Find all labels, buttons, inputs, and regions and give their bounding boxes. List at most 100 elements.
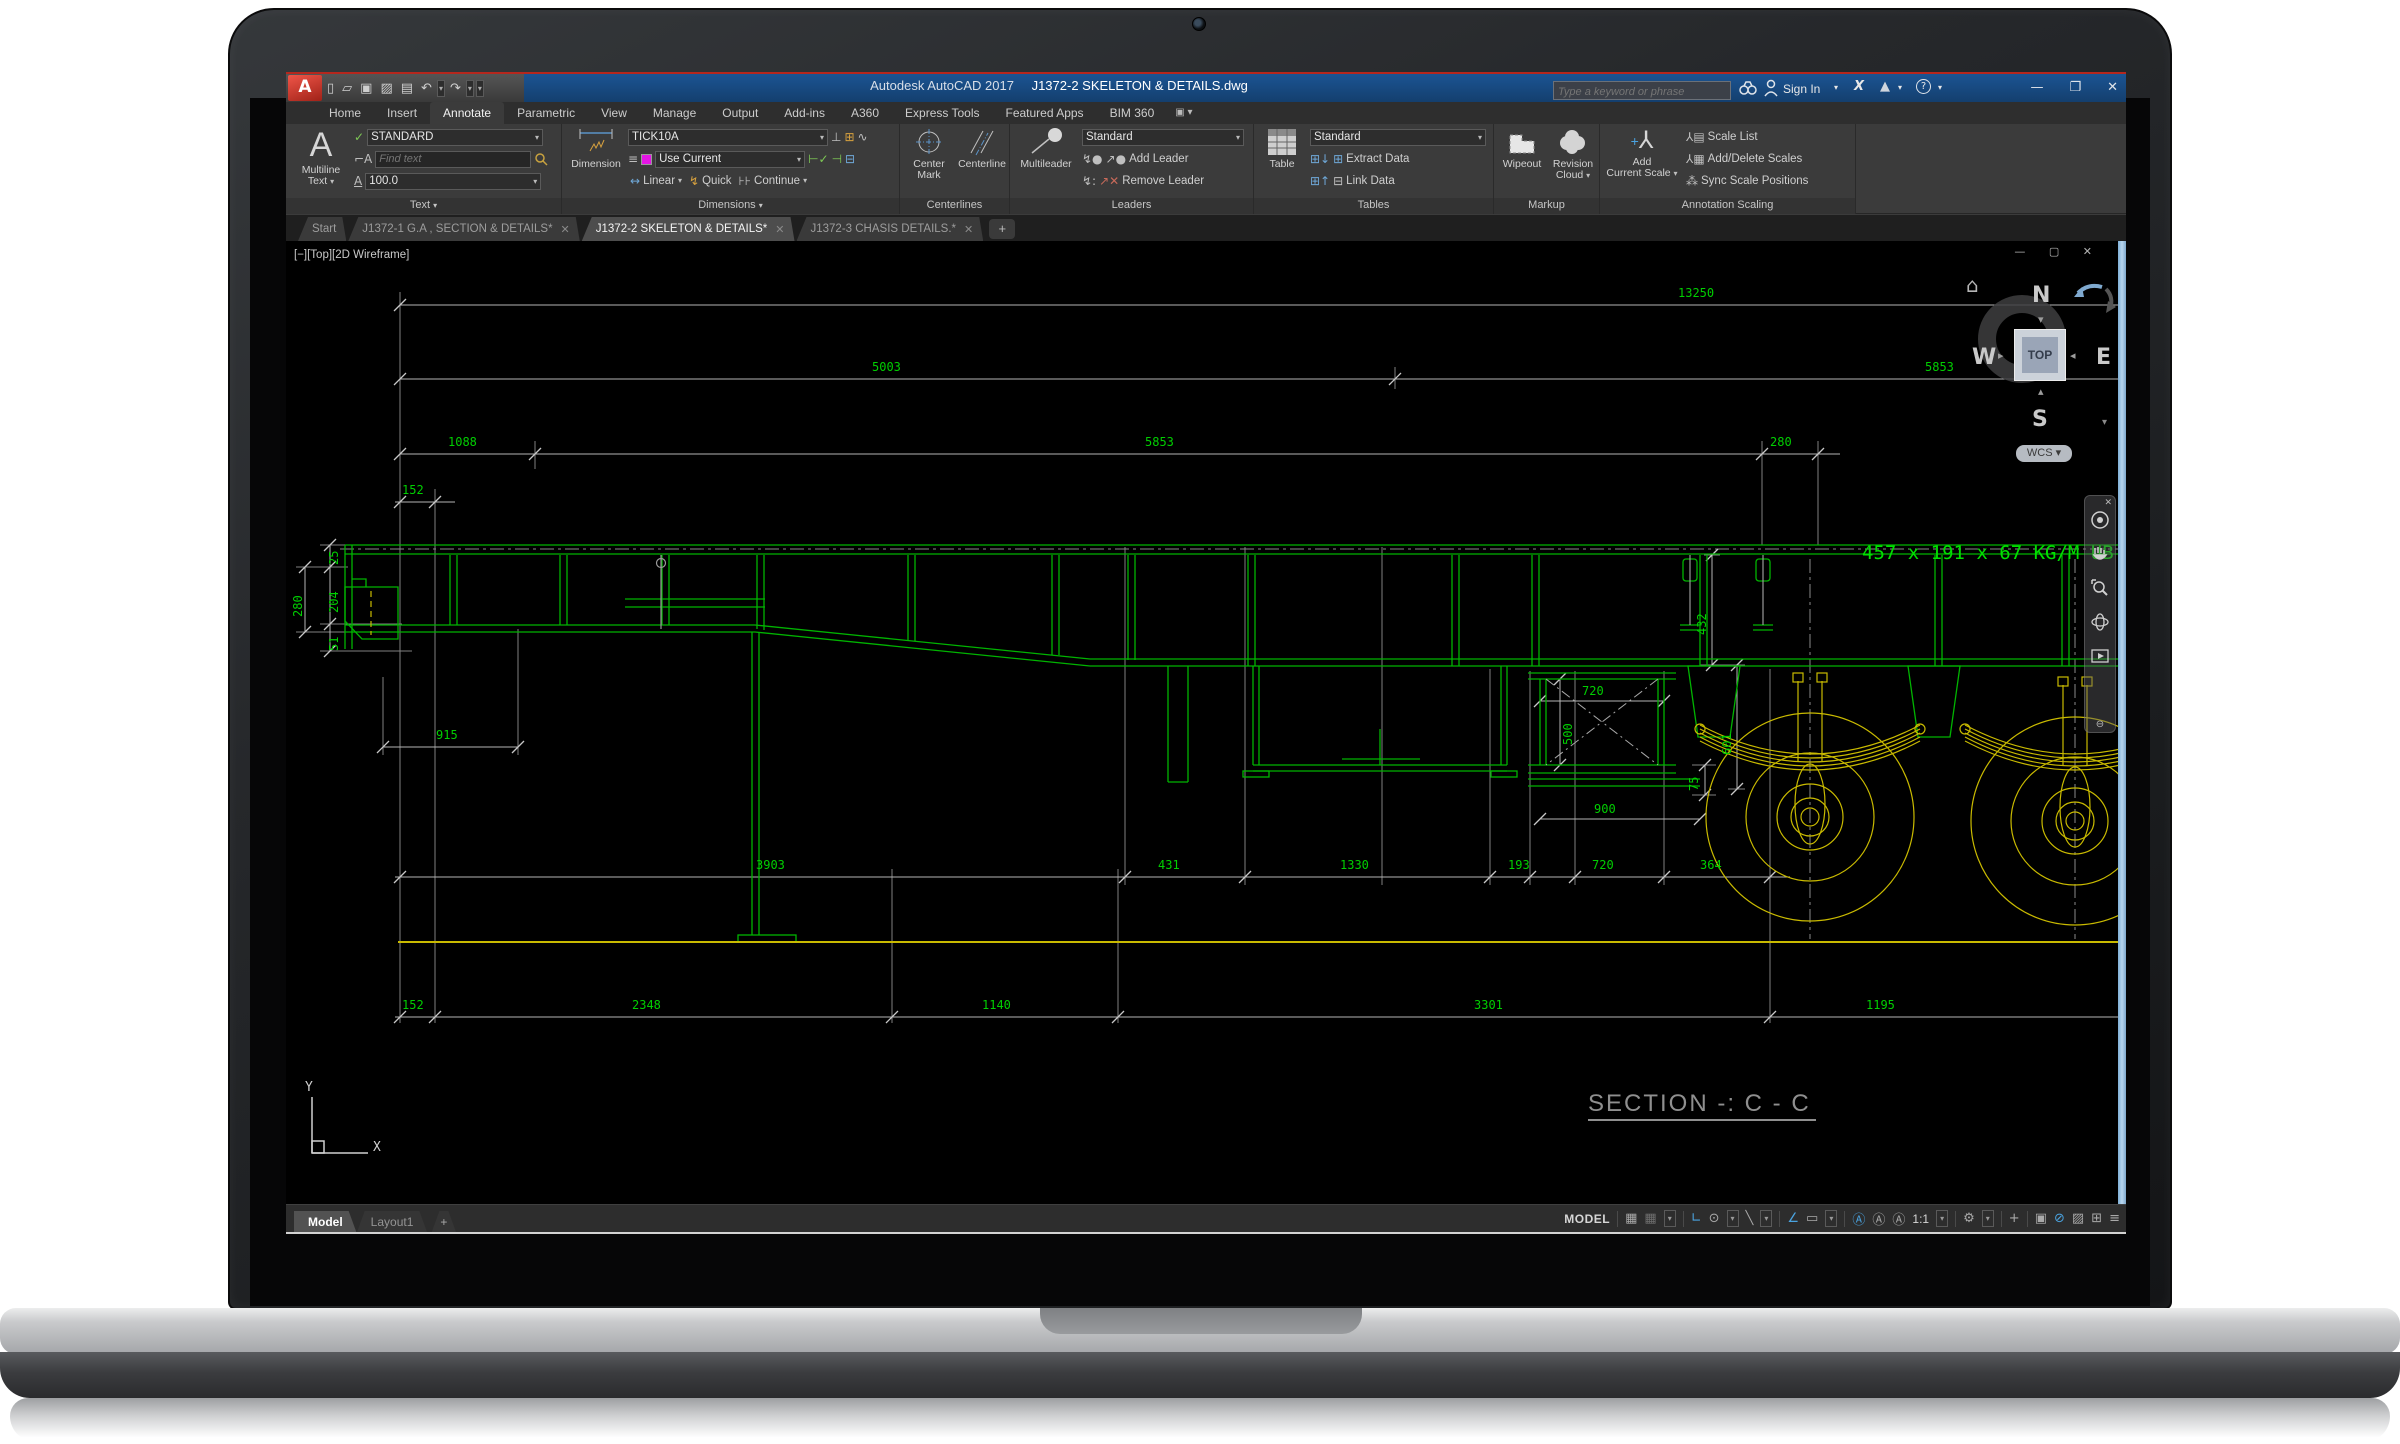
remove-leader-icon[interactable]: ↗✕	[1099, 175, 1119, 187]
pan-icon[interactable]	[2090, 544, 2110, 564]
text-style-dropdown[interactable]: STANDARD▾	[367, 129, 543, 146]
annotation-monitor-icon[interactable]: +	[2009, 1211, 2020, 1226]
viewcube-east[interactable]: E	[2096, 345, 2111, 370]
tab-close-icon[interactable]: ✕	[775, 223, 784, 236]
autodesk-app-icon[interactable]: ▲	[1880, 79, 1890, 94]
leader-collect-icon[interactable]: ↯●	[1082, 153, 1103, 165]
panel-title-leaders[interactable]: Leaders	[1010, 198, 1253, 214]
ribbon-tab-a360[interactable]: A360	[838, 102, 892, 124]
text-height-dropdown[interactable]: 100.0▾	[365, 173, 541, 190]
dim-continue-button[interactable]: ⊦⊦ Continue▾	[737, 175, 810, 187]
wcs-dropdown[interactable]: WCS ▾	[2016, 445, 2072, 462]
panel-title-annotation-scaling[interactable]: Annotation Scaling	[1600, 198, 1855, 214]
add-delete-scales-button[interactable]: Add/Delete Scales	[1708, 153, 1803, 165]
undo-dropdown-icon[interactable]: ▾	[437, 80, 445, 97]
ribbon-tab-add-ins[interactable]: Add-ins	[771, 102, 838, 124]
remove-leader-button[interactable]: Remove Leader	[1122, 175, 1204, 187]
panel-title-dimensions[interactable]: Dimensions ▾	[562, 198, 899, 214]
sign-in-label[interactable]: Sign In	[1783, 82, 1820, 96]
ribbon-tab-home[interactable]: Home	[316, 102, 374, 124]
snap-mode-icon[interactable]: ▦	[1644, 1211, 1656, 1226]
link-data-button[interactable]: Link Data	[1346, 175, 1395, 187]
model-space-button[interactable]: MODEL	[1564, 1212, 1610, 1226]
polar-dropdown-icon[interactable]: ▾	[1727, 1210, 1739, 1227]
help-dropdown-icon[interactable]: ▾	[1938, 83, 1942, 92]
revision-cloud-button[interactable]: Revision Cloud ▾	[1548, 127, 1598, 182]
scale-dropdown-icon[interactable]: ▾	[1936, 1210, 1948, 1227]
table-style-dropdown[interactable]: Standard▾	[1310, 129, 1486, 146]
zoom-icon[interactable]	[2090, 578, 2110, 598]
navbar-menu-icon[interactable]: ⊖	[2096, 719, 2104, 730]
new-layout-button[interactable]: +	[431, 1211, 456, 1233]
viewcube-arrow-up-icon[interactable]: ▾	[2038, 313, 2044, 326]
tab-close-icon[interactable]: ✕	[964, 223, 973, 236]
customization-icon[interactable]: ≡	[2109, 1211, 2120, 1226]
viewcube-arrow-down-icon[interactable]: ▴	[2038, 385, 2044, 398]
redo-icon[interactable]: ↷	[447, 81, 464, 96]
extract-data-button[interactable]: Extract Data	[1346, 153, 1409, 165]
viewcube-south[interactable]: S	[2032, 407, 2048, 432]
sync-scale-positions-button[interactable]: Sync Scale Positions	[1701, 175, 1808, 187]
model-tab[interactable]: Model	[294, 1211, 357, 1233]
find-text-input[interactable]	[379, 153, 527, 165]
snap-dropdown-icon[interactable]: ▾	[1664, 1210, 1676, 1227]
ribbon-tab-manage[interactable]: Manage	[640, 102, 709, 124]
ribbon-tab-view[interactable]: View	[588, 102, 640, 124]
search-binoculars-icon[interactable]	[1738, 80, 1758, 96]
scale-list-button[interactable]: Scale List	[1708, 131, 1758, 143]
workspace-dropdown-icon[interactable]: ▾	[1982, 1210, 1994, 1227]
viewcube-top-face[interactable]: TOP	[2014, 329, 2066, 381]
document-tab-j1372-1-g-a-section-details[interactable]: J1372-1 G.A , SECTION & DETAILS*✕	[348, 217, 579, 241]
viewcube-rotate-icons[interactable]	[2072, 279, 2118, 315]
osnap-dropdown-icon[interactable]: ▾	[1825, 1210, 1837, 1227]
ribbon-tab-output[interactable]: Output	[709, 102, 771, 124]
annotation-scale-value[interactable]: 1:1	[1912, 1212, 1929, 1226]
new-drawing-tab-button[interactable]: +	[989, 219, 1015, 239]
add-current-scale-button[interactable]: +⅄ Add Current Scale ▾	[1604, 127, 1680, 180]
grid-display-icon[interactable]: ▦	[1625, 1211, 1637, 1226]
dynamic-input-icon[interactable]: ▭	[1806, 1211, 1818, 1226]
ribbon-tab-annotate[interactable]: Annotate	[430, 102, 504, 124]
dim-check-icon-1[interactable]: ⊢✓	[808, 153, 829, 165]
viewcube-menu-icon[interactable]: ▾	[2102, 417, 2107, 428]
minimize-button[interactable]: —	[2030, 80, 2043, 95]
ortho-mode-icon[interactable]: ∟	[1691, 1211, 1702, 1226]
ribbon-tab-featured-apps[interactable]: Featured Apps	[993, 102, 1097, 124]
isodraft-icon[interactable]: ╲	[1746, 1211, 1754, 1226]
find-text-field[interactable]	[375, 151, 531, 168]
dim-break-icon[interactable]: ⊟	[845, 153, 855, 165]
dim-layer-dropdown[interactable]: Use Current▾	[655, 151, 805, 168]
ribbon-tab-parametric[interactable]: Parametric	[504, 102, 588, 124]
centerline-button[interactable]: Centerline	[956, 127, 1008, 170]
infocenter-search[interactable]	[1553, 81, 1731, 100]
dim-tool-icon-3[interactable]: ∿	[858, 131, 868, 143]
close-button[interactable]: ✕	[2107, 80, 2118, 95]
sign-in-person-icon[interactable]	[1764, 79, 1778, 97]
viewcube-home-icon[interactable]: ⌂	[1966, 273, 1979, 297]
dimension-button[interactable]: Dimension	[566, 127, 626, 170]
open-file-icon[interactable]: ▱	[339, 81, 355, 96]
panel-title-markup[interactable]: Markup	[1494, 198, 1599, 214]
document-tab-start[interactable]: Start	[298, 217, 346, 241]
dim-check-icon-2[interactable]: ⊣	[832, 153, 842, 165]
viewcube-arrow-left-icon[interactable]: ▸	[1998, 349, 2004, 362]
units-icon[interactable]: ▣	[2035, 1211, 2047, 1226]
undo-icon[interactable]: ↶	[418, 81, 435, 96]
orbit-icon[interactable]	[2090, 612, 2110, 632]
extract-data-icon[interactable]: ⊞	[1333, 153, 1343, 165]
ribbon-tab-insert[interactable]: Insert	[374, 102, 430, 124]
add-leader-icon[interactable]: ↗●	[1106, 153, 1127, 165]
dim-quick-button[interactable]: ↯ Quick	[687, 175, 733, 187]
workspace-switching-icon[interactable]: ⚙	[1963, 1211, 1975, 1226]
drawing-area[interactable]: [−][Top][2D Wireframe] — ▢ ✕	[286, 241, 2126, 1234]
polar-tracking-icon[interactable]: ⊙	[1709, 1211, 1720, 1226]
isodraft-dropdown-icon[interactable]: ▾	[1760, 1210, 1772, 1227]
lock-ui-icon[interactable]: ▨	[2072, 1211, 2084, 1226]
ribbon-display-toggle-icon[interactable]: ▣ ▾	[1167, 102, 1200, 124]
document-tab-j1372-3-chasis-details[interactable]: J1372-3 CHASIS DETAILS.*✕	[797, 217, 984, 241]
annotation-visibility-icon[interactable]: Ⓐ	[1852, 1209, 1865, 1228]
wipeout-button[interactable]: Wipeout	[1496, 127, 1548, 170]
ribbon-tab-express-tools[interactable]: Express Tools	[892, 102, 992, 124]
save-icon[interactable]: ▣	[357, 81, 375, 96]
quick-properties-icon[interactable]: ⊘	[2054, 1211, 2065, 1226]
